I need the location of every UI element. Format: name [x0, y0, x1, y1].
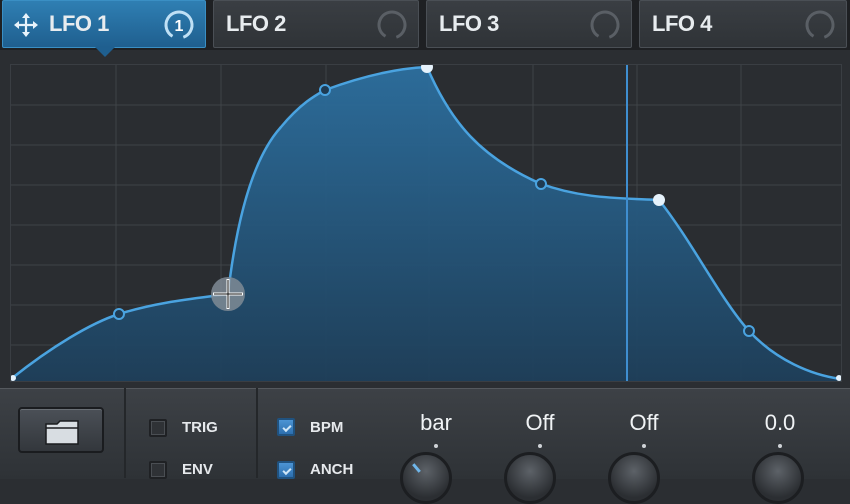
knob-3[interactable] — [608, 452, 660, 504]
anch-checkbox[interactable] — [277, 461, 295, 479]
curve-handle-1 — [113, 308, 125, 320]
lfo-1-badge: 1 — [175, 18, 184, 35]
knob-4[interactable] — [752, 452, 804, 504]
knob-2[interactable] — [504, 452, 556, 504]
divider — [256, 388, 258, 478]
tab-lfo-4[interactable]: LFO 4 — [639, 0, 847, 48]
load-preset-button[interactable] — [18, 407, 104, 453]
lfo-2-ring-icon — [377, 10, 407, 40]
curve-handle-3 — [535, 178, 547, 190]
env-label: ENV — [182, 461, 213, 478]
knob-4-value: 0.0 — [764, 410, 796, 435]
curve-handle-4 — [743, 325, 755, 337]
tab-lfo-1[interactable]: LFO 1 1 — [2, 0, 206, 57]
tab-lfo-1-label: LFO 1 — [49, 11, 109, 36]
knob-2-value: Off — [525, 410, 555, 435]
rate-value: bar — [420, 410, 452, 435]
bpm-label: BPM — [310, 419, 344, 436]
folder-icon — [45, 420, 79, 445]
bpm-checkbox[interactable] — [277, 418, 295, 436]
tab-lfo-3-label: LFO 3 — [439, 11, 499, 36]
env-checkbox[interactable] — [149, 461, 167, 479]
tab-lfo-3[interactable]: LFO 3 — [426, 0, 632, 48]
rate-knob[interactable] — [400, 452, 452, 504]
knob-marker — [778, 444, 782, 448]
trig-label: TRIG — [182, 419, 218, 436]
lfo-3-ring-icon — [590, 10, 620, 40]
lfo-curve-canvas[interactable] — [11, 65, 841, 381]
active-tab-pointer — [95, 47, 115, 57]
knob-3-value: Off — [629, 410, 659, 435]
knob-marker — [434, 444, 438, 448]
knob-marker — [642, 444, 646, 448]
trig-checkbox[interactable] — [149, 419, 167, 437]
lfo-1-count-ring-icon: 1 — [164, 10, 194, 40]
lfo-4-ring-icon — [805, 10, 835, 40]
lfo-shape-editor[interactable] — [10, 64, 842, 382]
crosshair-cursor-icon — [211, 277, 245, 311]
curve-node-step — [653, 194, 665, 206]
tab-lfo-4-label: LFO 4 — [652, 11, 712, 36]
curve-handle-2 — [319, 84, 331, 96]
knob-marker — [538, 444, 542, 448]
move-icon[interactable] — [13, 12, 39, 38]
anch-label: ANCH — [310, 461, 354, 478]
lfo-tab-bar: LFO 1 1 LFO 2 LFO 3 LFO 4 — [0, 0, 850, 57]
tab-lfo-2[interactable]: LFO 2 — [213, 0, 419, 48]
divider — [124, 388, 126, 478]
tab-lfo-2-label: LFO 2 — [226, 11, 286, 36]
lfo-curve-fill — [11, 67, 841, 381]
